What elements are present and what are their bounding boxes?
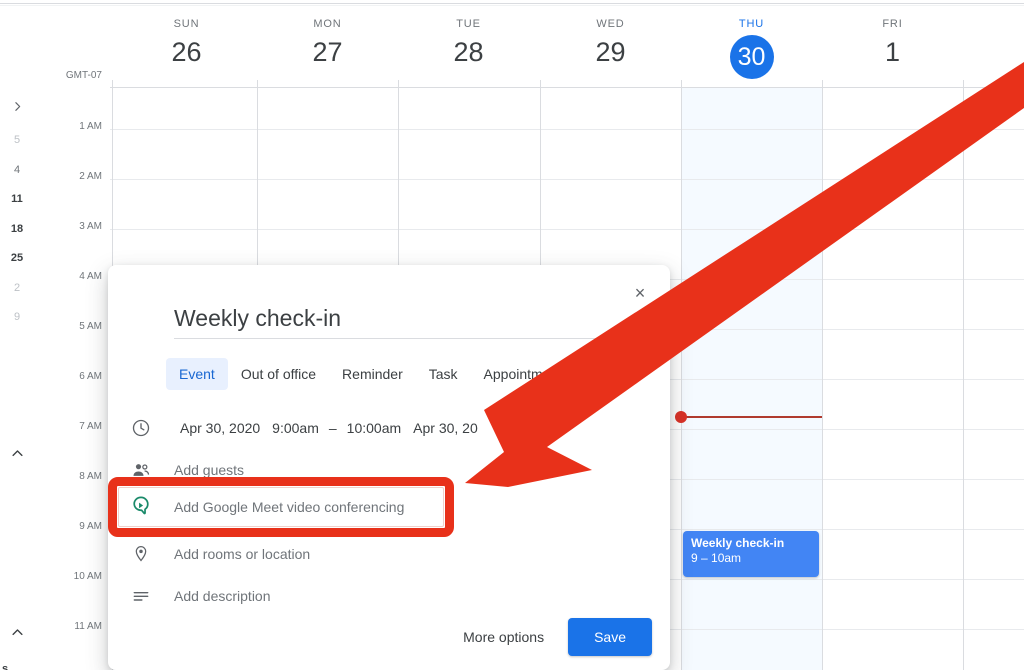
day-of-week-label: THU [738,18,765,30]
day-number: 27 [312,37,343,67]
day-number: 28 [453,37,484,67]
mini-cal-number[interactable]: 25 [0,251,34,265]
add-description-label: Add description [174,588,271,604]
calendar-app: 5 4 11 18 25 2 9 s GMT-07 1 AM 2 AM 3 AM… [0,0,1024,670]
day-header-tue[interactable]: TUE 28 [398,8,539,69]
day-header-wed[interactable]: WED 29 [540,8,681,69]
tab-event[interactable]: Event [166,358,228,390]
add-guests-row[interactable]: Add guests [108,453,670,487]
hour-label: 11 AM [74,621,102,632]
event-create-dialog: × Weekly check-in Event Out of office Re… [108,265,670,670]
hour-label: 2 AM [79,171,102,182]
tab-out-of-office[interactable]: Out of office [228,358,329,390]
more-options-button[interactable]: More options [453,620,554,654]
day-of-week-label: TUE [456,18,481,30]
end-time-field[interactable]: 10:00am [341,417,407,439]
add-guests-label: Add guests [174,462,245,478]
end-date-field[interactable]: Apr 30, 20 [407,417,484,439]
dialog-actions: More options Save [453,618,652,656]
timezone-label: GMT-07 [65,70,102,81]
event-chip-time: 9 – 10am [691,551,742,565]
hour-line [110,179,1024,180]
add-google-meet-label[interactable]: Add Google Meet video conferencing [174,497,404,517]
hour-label: 9 AM [79,521,102,532]
day-number: 26 [171,37,202,67]
sidebar-expand-icon[interactable] [0,100,34,116]
tab-task[interactable]: Task [416,358,471,390]
header-divider [110,87,1024,88]
location-pin-icon [108,544,174,564]
google-meet-icon [130,495,152,522]
day-header-row: SUN 26 MON 27 TUE 28 WED 29 THU 30 FRI 1 [34,8,1024,80]
day-of-week-label: SUN [173,18,200,30]
hour-label: 6 AM [79,371,102,382]
current-time-line [681,416,822,418]
mini-cal-number[interactable]: 5 [0,133,34,147]
start-time-field[interactable]: 9:00am [266,417,325,439]
tab-appointment-slots[interactable]: Appointment slots [471,358,608,390]
event-title-input[interactable]: Weekly check-in [174,303,614,339]
mini-cal-number[interactable]: 18 [0,222,34,236]
tab-reminder[interactable]: Reminder [329,358,416,390]
save-button[interactable]: Save [568,618,652,656]
hour-label: 3 AM [79,221,102,232]
day-number: 1 [884,37,901,67]
event-datetime-row: Apr 30, 2020 9:00am – 10:00am Apr 30, 20 [108,411,670,445]
sidebar-bottom-letter: s [2,663,9,670]
add-rooms-location-row[interactable]: Add rooms or location [108,537,670,571]
clock-icon [108,418,174,438]
event-type-tabs: Event Out of office Reminder Task Appoin… [166,358,608,390]
mini-cal-number[interactable]: 9 [0,310,34,324]
description-icon [108,586,174,606]
day-header-fri[interactable]: FRI 1 [822,8,963,69]
today-badge: 30 [729,35,774,79]
day-number: 29 [595,37,626,67]
event-title-field-wrap: Weekly check-in [174,303,614,339]
add-description-row[interactable]: Add description [108,579,670,613]
event-chip-weekly-check-in[interactable]: Weekly check-in 9 – 10am [683,531,819,577]
day-header-sun[interactable]: SUN 26 [116,8,257,69]
top-divider [0,3,1024,4]
people-icon [108,460,174,480]
mini-cal-number[interactable]: 2 [0,281,34,295]
day-of-week-label: MON [313,18,342,30]
day-of-week-label: WED [596,18,625,30]
hour-label: 4 AM [79,271,102,282]
hour-line [110,129,1024,130]
start-date-field[interactable]: Apr 30, 2020 [174,417,266,439]
event-chip-title: Weekly check-in [691,536,785,550]
day-separator [822,8,823,670]
hour-label: 10 AM [73,571,102,582]
mini-cal-number[interactable]: 4 [0,163,34,177]
sidebar-collapse-icon-bottom[interactable] [0,625,34,643]
day-of-week-label: FRI [882,18,903,30]
sidebar-collapse-icon-top[interactable] [0,446,34,464]
sidebar-rail: 5 4 11 18 25 2 9 s [0,8,34,670]
add-rooms-location-label: Add rooms or location [174,546,311,562]
close-icon[interactable]: × [626,279,654,307]
day-header-mon[interactable]: MON 27 [257,8,398,69]
mini-cal-number[interactable]: 11 [0,192,34,206]
current-time-dot [675,411,687,423]
hour-label: 5 AM [79,321,102,332]
day-header-thu[interactable]: THU 30 [681,8,822,79]
datetime-separator: – [328,420,337,436]
hour-label: 1 AM [79,121,102,132]
hour-label: 8 AM [79,471,102,482]
day-separator [681,8,682,670]
day-separator [963,8,964,670]
hour-label: 7 AM [79,421,102,432]
top-divider-secondary [0,5,1024,6]
hour-line [110,229,1024,230]
